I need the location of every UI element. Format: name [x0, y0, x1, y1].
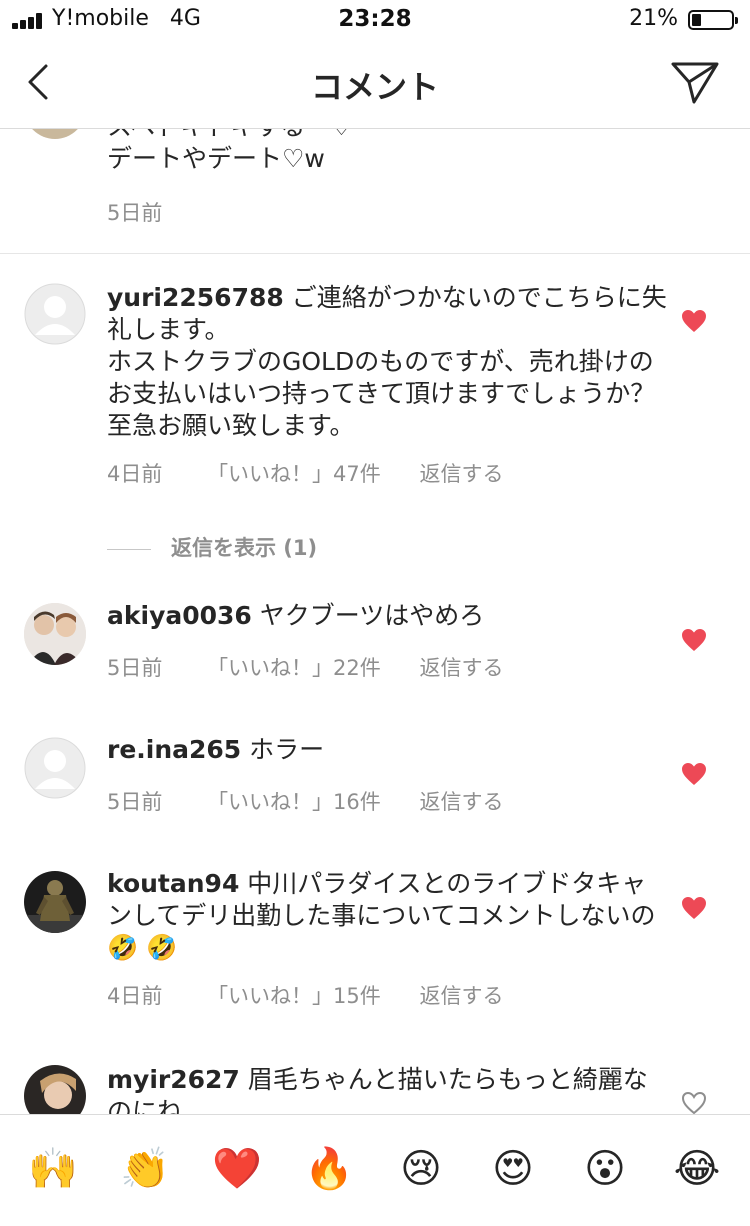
- comment-username[interactable]: re.ina265: [107, 735, 241, 764]
- raising-hands-emoji-button[interactable]: 🙌: [23, 1145, 83, 1193]
- likes-count[interactable]: 「いいね！」16件: [207, 786, 381, 816]
- heart-eyes-emoji-button[interactable]: 😍: [483, 1145, 543, 1193]
- status-bar: Y!mobile 4G 23:28 21%: [0, 0, 750, 40]
- tears-of-joy-emoji-button[interactable]: 😂: [667, 1145, 727, 1193]
- comment-time: 4日前: [107, 984, 163, 1008]
- fire-emoji-button[interactable]: 🔥: [299, 1145, 359, 1193]
- clapping-hands-emoji-button[interactable]: 👏: [115, 1145, 175, 1193]
- comment-text: koutan94 中川パラダイスとのライブドタキャンしてデリ出勤した事についてコ…: [107, 868, 667, 964]
- paper-plane-icon: [671, 62, 719, 104]
- user-photo: [24, 1065, 86, 1114]
- avatar[interactable]: [24, 603, 86, 665]
- heart-icon[interactable]: [681, 309, 707, 333]
- surprised-face-emoji-button[interactable]: 😮: [575, 1145, 635, 1193]
- comment-message: ヤクブーツはやめろ: [259, 601, 485, 630]
- comment-text: スペドキドキする〜♡ デートやデート♡w: [107, 129, 353, 173]
- avatar[interactable]: [24, 283, 86, 345]
- default-avatar-icon: [24, 737, 86, 799]
- reply-button[interactable]: 返信する: [419, 458, 503, 488]
- user-photo: [24, 871, 86, 933]
- avatar[interactable]: [24, 129, 86, 139]
- comment-meta: 5日前 「いいね！」22件 返信する: [107, 652, 503, 682]
- red-heart-emoji-button[interactable]: ❤️: [207, 1145, 267, 1193]
- reply-button[interactable]: 返信する: [419, 980, 503, 1010]
- reply-button[interactable]: 返信する: [419, 652, 503, 682]
- likes-count[interactable]: 「いいね！」47件: [207, 458, 381, 488]
- comment-text: myir2627 眉毛ちゃんと描いたらもっと綺麗なのにね: [107, 1064, 667, 1114]
- comment-list[interactable]: スペドキドキする〜♡ デートやデート♡w 5日前 yuri2256788 ご連絡…: [0, 129, 750, 1114]
- comment-username[interactable]: koutan94: [107, 869, 239, 898]
- heart-icon[interactable]: [681, 896, 707, 920]
- crying-face-emoji-button[interactable]: 😢: [391, 1145, 451, 1193]
- page-title: コメント: [310, 68, 439, 106]
- emoji-quick-bar: 🙌 👏 ❤️ 🔥 😢 😍 😮 😂: [0, 1114, 750, 1226]
- divider: [0, 253, 750, 254]
- likes-count[interactable]: 「いいね！」15件: [207, 980, 381, 1010]
- nav-bar: コメント: [0, 40, 750, 129]
- comment-message: ホラー: [249, 735, 325, 764]
- comment-username[interactable]: myir2627: [107, 1065, 240, 1094]
- comment-username[interactable]: akiya0036: [107, 601, 252, 630]
- comment-time: 4日前: [107, 462, 163, 486]
- heart-icon[interactable]: [681, 628, 707, 652]
- comment-meta: 4日前 「いいね！」47件 返信する: [107, 458, 503, 488]
- comment-message-continued: ホストクラブのGOLDのものですが、売れ掛けのお支払いはいつ持ってきて頂けますで…: [107, 347, 656, 440]
- comment-meta: 5日前: [107, 197, 162, 227]
- comment-text: akiya0036 ヤクブーツはやめろ: [107, 600, 667, 632]
- default-avatar-icon: [24, 283, 86, 345]
- comment-time: 5日前: [107, 790, 163, 814]
- user-photo: [24, 603, 86, 665]
- comment-meta: 4日前 「いいね！」15件 返信する: [107, 980, 503, 1010]
- avatar[interactable]: [24, 871, 86, 933]
- comment-username[interactable]: yuri2256788: [107, 283, 284, 312]
- heart-outline-icon[interactable]: [681, 1091, 707, 1114]
- avatar[interactable]: [24, 1065, 86, 1114]
- share-button[interactable]: [670, 58, 720, 106]
- comment-meta: 5日前 「いいね！」16件 返信する: [107, 786, 503, 816]
- reply-button[interactable]: 返信する: [419, 786, 503, 816]
- heart-icon[interactable]: [681, 762, 707, 786]
- battery-percent: 21%: [629, 6, 678, 31]
- battery-icon: [688, 10, 738, 30]
- view-replies-button[interactable]: 返信を表示 (1): [107, 532, 317, 562]
- comment-text: yuri2256788 ご連絡がつかないのでこちらに失礼します。 ホストクラブの…: [107, 282, 667, 442]
- avatar[interactable]: [24, 737, 86, 799]
- comment-time: 5日前: [107, 656, 163, 680]
- likes-count[interactable]: 「いいね！」22件: [207, 652, 381, 682]
- comment-time: 5日前: [107, 201, 163, 225]
- comment-text: re.ina265 ホラー: [107, 734, 667, 766]
